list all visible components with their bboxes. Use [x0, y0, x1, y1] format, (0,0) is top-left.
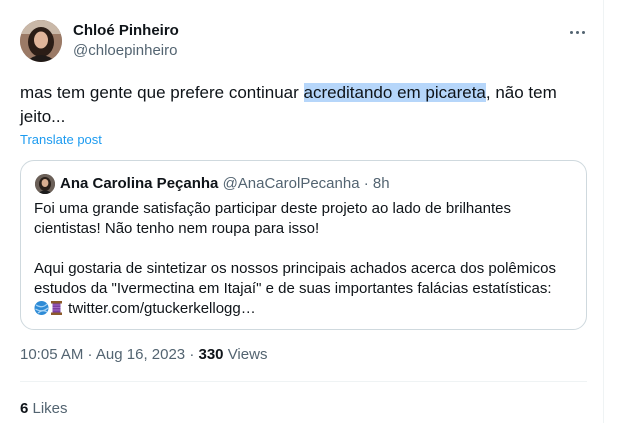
yarn-ball-icon — [34, 301, 62, 315]
post-date[interactable]: Aug 16, 2023 — [96, 346, 185, 363]
more-dot-icon — [575, 30, 579, 34]
post-container: Chloé Pinheiro @chloepinheiro mas tem ge… — [0, 0, 604, 423]
author-avatar[interactable] — [20, 20, 62, 62]
post-meta: 10:05 AM · Aug 16, 2023 · 330 Views — [20, 346, 267, 363]
meta-separator: · — [83, 346, 96, 363]
post-time[interactable]: 10:05 AM — [20, 346, 83, 363]
post-text-start: mas tem gente que prefere continuar — [20, 83, 304, 102]
quoted-author-avatar[interactable] — [35, 174, 55, 194]
quoted-paragraph-2: Aqui gostaria de sintetizar os nossos pr… — [34, 260, 556, 297]
views-label: Views — [223, 346, 268, 363]
views-count: 330 — [198, 346, 224, 363]
likes-label: Likes — [28, 400, 68, 417]
avatar-photo-icon — [20, 20, 62, 62]
author-handle[interactable]: @chloepinheiro — [73, 42, 177, 59]
quoted-link-line: twitter.com/gtuckerkellogg… — [34, 299, 579, 319]
author-name[interactable]: Chloé Pinheiro — [73, 22, 179, 39]
quoted-timestamp[interactable]: 8h — [373, 175, 390, 192]
more-options-button[interactable] — [566, 22, 588, 42]
quoted-text: Foi uma grande satisfação participar des… — [34, 199, 579, 319]
quoted-avatar-photo-icon — [35, 174, 55, 194]
quoted-separator: · — [363, 175, 369, 192]
likes-stat[interactable]: 6 Likes — [20, 400, 68, 417]
quoted-paragraph-1: Foi uma grande satisfação participar des… — [34, 200, 511, 237]
translate-post-link[interactable]: Translate post — [20, 132, 102, 147]
quoted-emoji — [34, 300, 64, 316]
thread-spool-icon — [51, 301, 62, 315]
divider — [20, 381, 587, 382]
more-dot-icon — [569, 30, 573, 34]
post-text: mas tem gente que prefere continuar acre… — [20, 81, 595, 129]
quoted-link[interactable]: twitter.com/gtuckerkellogg… — [68, 300, 256, 317]
quoted-post[interactable]: Ana Carolina Peçanha @AnaCarolPecanha · … — [20, 160, 587, 330]
post-text-highlighted: acreditando em picareta — [303, 83, 486, 102]
more-dot-icon — [581, 30, 585, 34]
meta-separator: · — [185, 346, 199, 363]
quoted-author-handle[interactable]: @AnaCarolPecanha — [223, 175, 360, 192]
quoted-header: Ana Carolina Peçanha @AnaCarolPecanha · … — [60, 175, 390, 192]
quoted-author-name[interactable]: Ana Carolina Peçanha — [60, 175, 218, 192]
